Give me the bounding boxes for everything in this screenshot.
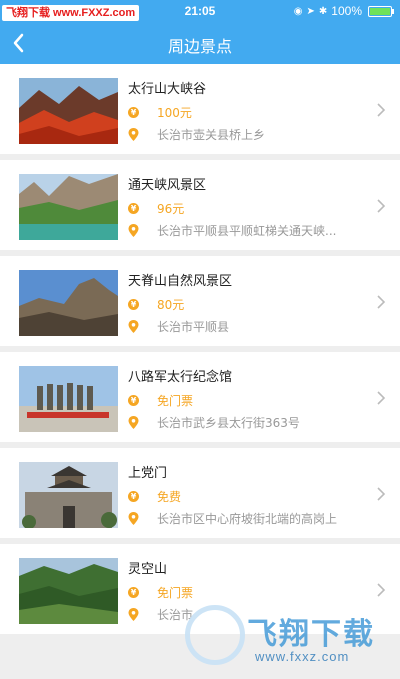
spot-thumbnail — [19, 78, 118, 144]
location-pin-icon — [128, 128, 139, 141]
address-row: 长治市 — [128, 606, 193, 623]
watermark-text: 飞翔下载 — [247, 617, 375, 652]
spot-thumbnail — [19, 366, 118, 432]
spot-address: 长治市区中心府坡街北端的高岗上 — [157, 512, 338, 526]
spot-price: 免门票 — [157, 586, 194, 600]
battery-percent: 100% — [331, 4, 362, 18]
list-item[interactable]: 天脊山自然风景区 ¥ 80元 长治市平顺县 — [0, 256, 400, 346]
bluetooth-icon: ✱ — [318, 5, 328, 17]
spot-price: 80元 — [157, 298, 185, 312]
spot-address: 长治市武乡县太行街363号 — [157, 416, 300, 430]
watermark-overlay: 飞翔下载 www.fxxz.com — [185, 605, 395, 675]
spot-price: 免门票 — [157, 394, 194, 408]
spot-thumbnail — [19, 270, 118, 336]
price-row: ¥ 免门票 — [128, 392, 193, 409]
location-pin-icon — [128, 320, 139, 333]
coin-icon: ¥ — [128, 107, 139, 118]
location-pin-icon — [128, 512, 139, 525]
chevron-right-icon — [377, 103, 386, 117]
spot-name: 灵空山 — [128, 562, 168, 577]
spot-price: 100元 — [157, 106, 192, 120]
spot-name: 上党门 — [128, 466, 168, 481]
status-indicators: ◉ ➤ ✱ 100% — [293, 4, 394, 18]
chevron-right-icon — [377, 199, 386, 213]
spot-address: 长治市平顺县平顺虹梯关通天峡... — [157, 224, 337, 238]
spot-address: 长治市壶关县桥上乡 — [157, 128, 266, 142]
price-row: ¥ 免门票 — [128, 584, 193, 601]
spot-list: 太行山大峡谷 ¥ 100元 长治市壶关县桥上乡 通天峡风景区 ¥ 96元 长治市… — [0, 64, 400, 640]
spot-name: 通天峡风景区 — [128, 178, 207, 193]
spot-name: 八路军太行纪念馆 — [128, 370, 233, 385]
spot-price: 免费 — [157, 490, 182, 504]
coin-icon: ¥ — [128, 587, 139, 598]
spot-thumbnail — [19, 174, 118, 240]
price-row: ¥ 100元 — [128, 104, 192, 121]
coin-icon: ¥ — [128, 491, 139, 502]
alarm-icon: ◉ — [293, 5, 303, 17]
chevron-right-icon — [377, 391, 386, 405]
list-item[interactable]: 上党门 ¥ 免费 长治市区中心府坡街北端的高岗上 — [0, 448, 400, 538]
address-row: 长治市平顺县 — [128, 318, 229, 335]
list-item[interactable]: 太行山大峡谷 ¥ 100元 长治市壶关县桥上乡 — [0, 64, 400, 154]
spot-thumbnail — [19, 462, 118, 528]
spot-name: 天脊山自然风景区 — [128, 274, 233, 289]
spot-name: 太行山大峡谷 — [128, 82, 207, 97]
coin-icon: ¥ — [128, 299, 139, 310]
price-row: ¥ 免费 — [128, 488, 181, 505]
page-title: 周边景点 — [167, 37, 232, 56]
coin-icon: ¥ — [128, 395, 139, 406]
list-item[interactable]: 八路军太行纪念馆 ¥ 免门票 长治市武乡县太行街363号 — [0, 352, 400, 442]
list-item[interactable]: 通天峡风景区 ¥ 96元 长治市平顺县平顺虹梯关通天峡... — [0, 160, 400, 250]
chevron-right-icon — [377, 487, 386, 501]
location-pin-icon — [128, 416, 139, 429]
watermark-logo — [185, 605, 245, 665]
price-row: ¥ 96元 — [128, 200, 184, 217]
price-row: ¥ 80元 — [128, 296, 184, 313]
address-row: 长治市武乡县太行街363号 — [128, 414, 300, 431]
battery-icon — [368, 5, 394, 17]
address-row: 长治市区中心府坡街北端的高岗上 — [128, 510, 337, 527]
spot-thumbnail — [19, 558, 118, 624]
location-arrow-icon: ➤ — [306, 5, 315, 17]
address-row: 长治市壶关县桥上乡 — [128, 126, 265, 143]
location-pin-icon — [128, 608, 139, 621]
chevron-right-icon — [377, 583, 386, 597]
nav-bar: 周边景点 — [0, 22, 400, 64]
spot-address: 长治市平顺县 — [157, 320, 230, 334]
chevron-right-icon — [377, 295, 386, 309]
watermark-url: www.fxxz.com — [255, 649, 350, 664]
coin-icon: ¥ — [128, 203, 139, 214]
address-row: 长治市平顺县平顺虹梯关通天峡... — [128, 222, 336, 239]
location-pin-icon — [128, 224, 139, 237]
status-bar: 飞翔下载 www.FXXZ.com 21:05 ◉ ➤ ✱ 100% — [0, 0, 400, 22]
spot-price: 96元 — [157, 202, 185, 216]
